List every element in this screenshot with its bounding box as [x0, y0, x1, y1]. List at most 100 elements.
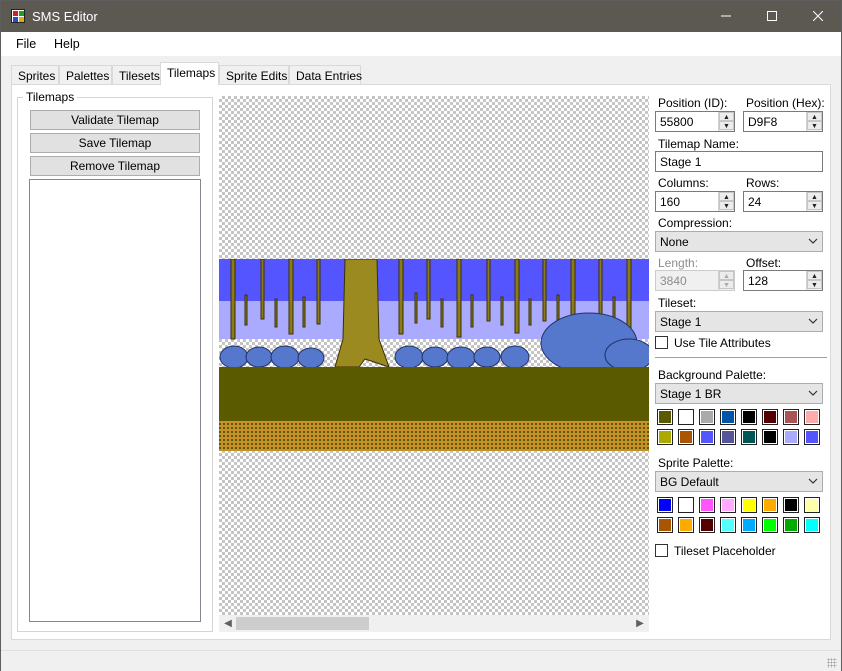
position-id-value: 55800 [660, 115, 694, 129]
status-bar [1, 650, 841, 671]
save-tilemap-button[interactable]: Save Tilemap [30, 133, 200, 153]
bg-color-swatch-7[interactable] [804, 409, 820, 425]
chevron-down-icon [808, 238, 818, 244]
columns-input[interactable]: 160 ▲ ▼ [655, 191, 735, 212]
chevron-down-icon [808, 478, 818, 484]
use-tile-attributes-checkbox[interactable] [655, 336, 668, 349]
remove-tilemap-button[interactable]: Remove Tilemap [30, 156, 200, 176]
bg-color-swatch-14[interactable] [783, 429, 799, 445]
separator [655, 357, 827, 358]
close-icon [812, 10, 824, 22]
tab-sprite-edits[interactable]: Sprite Edits [219, 65, 289, 85]
bg-color-swatch-6[interactable] [783, 409, 799, 425]
sprite-color-swatch-11[interactable] [720, 517, 736, 533]
position-hex-input[interactable]: D9F8 ▲ ▼ [743, 111, 823, 132]
position-id-spinner[interactable]: ▲ ▼ [718, 112, 734, 131]
sprite-color-swatch-7[interactable] [804, 497, 820, 513]
scroll-right-icon[interactable]: ▶ [632, 616, 648, 631]
rows-label: Rows: [746, 176, 780, 190]
maximize-button[interactable] [749, 1, 795, 32]
sprite-color-swatch-8[interactable] [657, 517, 673, 533]
bg-color-swatch-9[interactable] [678, 429, 694, 445]
bg-color-swatch-3[interactable] [720, 409, 736, 425]
position-id-input[interactable]: 55800 ▲ ▼ [655, 111, 735, 132]
tileset-placeholder-label: Tileset Placeholder [674, 544, 776, 558]
tab-palettes[interactable]: Palettes [59, 65, 112, 85]
rows-value: 24 [748, 195, 762, 209]
tileset-select[interactable]: Stage 1 [655, 311, 823, 332]
compression-label: Compression: [658, 216, 733, 230]
tab-tilemaps[interactable]: Tilemaps [160, 62, 219, 85]
close-button[interactable] [795, 1, 841, 32]
position-hex-label: Position (Hex): [746, 96, 825, 110]
bg-color-swatch-2[interactable] [699, 409, 715, 425]
sprite-color-swatch-1[interactable] [678, 497, 694, 513]
tab-sprites[interactable]: Sprites [11, 65, 59, 85]
chevron-down-icon [808, 318, 818, 324]
bg-color-swatch-8[interactable] [657, 429, 673, 445]
tilemap-name-input[interactable]: Stage 1 [655, 151, 823, 172]
sprite-palette-label: Sprite Palette: [658, 456, 734, 470]
tilemap-preview-image [219, 259, 649, 451]
bg-color-swatch-0[interactable] [657, 409, 673, 425]
minimize-button[interactable] [703, 1, 749, 32]
canvas-horizontal-scrollbar[interactable]: ◀ ▶ [219, 615, 649, 632]
tab-tilesets[interactable]: Tilesets [112, 65, 161, 85]
bg-color-swatch-15[interactable] [804, 429, 820, 445]
position-id-label: Position (ID): [658, 96, 728, 110]
app-icon [11, 9, 25, 23]
sprite-color-swatch-0[interactable] [657, 497, 673, 513]
menu-bar: File Help [1, 32, 841, 56]
columns-spinner[interactable]: ▲ ▼ [718, 192, 734, 211]
minimize-icon [721, 15, 731, 17]
compression-select[interactable]: None [655, 231, 823, 252]
title-bar: SMS Editor [1, 1, 841, 32]
columns-value: 160 [660, 195, 681, 209]
position-hex-spinner[interactable]: ▲ ▼ [806, 112, 822, 131]
bg-color-swatch-12[interactable] [741, 429, 757, 445]
bg-color-swatch-11[interactable] [720, 429, 736, 445]
sprite-color-swatch-4[interactable] [741, 497, 757, 513]
tileset-value: Stage 1 [660, 315, 702, 329]
sprite-color-swatch-9[interactable] [678, 517, 694, 533]
sprite-color-swatch-3[interactable] [720, 497, 736, 513]
rows-input[interactable]: 24 ▲ ▼ [743, 191, 823, 212]
background-palette-select[interactable]: Stage 1 BR [655, 383, 823, 404]
sprite-color-swatch-12[interactable] [741, 517, 757, 533]
resize-grip-icon[interactable] [827, 658, 837, 668]
tab-data-entries[interactable]: Data Entries [289, 65, 362, 85]
columns-label: Columns: [658, 176, 709, 190]
menu-help[interactable]: Help [54, 37, 80, 51]
bg-color-swatch-5[interactable] [762, 409, 778, 425]
sprite-color-swatch-5[interactable] [762, 497, 778, 513]
validate-tilemap-button[interactable]: Validate Tilemap [30, 110, 200, 130]
offset-input[interactable]: 128 ▲ ▼ [743, 270, 823, 291]
rows-spinner[interactable]: ▲ ▼ [806, 192, 822, 211]
scrollbar-thumb[interactable] [236, 617, 369, 630]
menu-file[interactable]: File [16, 37, 36, 51]
bg-color-swatch-1[interactable] [678, 409, 694, 425]
sprite-color-swatch-2[interactable] [699, 497, 715, 513]
window-title: SMS Editor [32, 9, 98, 24]
sprite-color-swatch-14[interactable] [783, 517, 799, 533]
offset-value: 128 [748, 274, 769, 288]
tilemap-list[interactable] [29, 179, 201, 622]
tileset-placeholder-checkbox[interactable] [655, 544, 668, 557]
sprite-palette-select[interactable]: BG Default [655, 471, 823, 492]
sprite-color-swatch-15[interactable] [804, 517, 820, 533]
scroll-left-icon[interactable]: ◀ [220, 616, 236, 631]
sprite-palette-value: BG Default [660, 475, 719, 489]
sprite-color-swatch-13[interactable] [762, 517, 778, 533]
sprite-color-swatch-6[interactable] [783, 497, 799, 513]
length-spinner: ▲ ▼ [718, 271, 734, 290]
offset-spinner[interactable]: ▲ ▼ [806, 271, 822, 290]
background-palette-value: Stage 1 BR [660, 387, 722, 401]
bg-color-swatch-4[interactable] [741, 409, 757, 425]
tileset-label: Tileset: [658, 296, 697, 310]
bg-color-swatch-10[interactable] [699, 429, 715, 445]
main-window: SMS Editor File Help Sprites Palettes Ti… [0, 0, 842, 671]
bg-color-swatch-13[interactable] [762, 429, 778, 445]
background-palette-label: Background Palette: [658, 368, 767, 382]
length-label: Length: [658, 256, 699, 270]
sprite-color-swatch-10[interactable] [699, 517, 715, 533]
